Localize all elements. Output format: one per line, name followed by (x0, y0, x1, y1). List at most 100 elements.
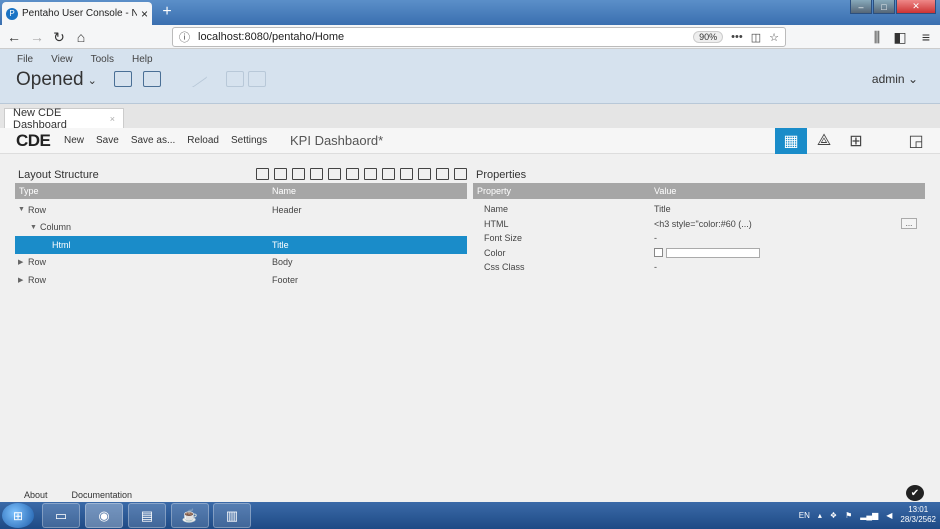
java-icon[interactable]: ☕ (171, 503, 209, 528)
tree-row[interactable]: Html Title (15, 236, 467, 254)
menu-file[interactable]: File (17, 54, 33, 65)
new-button[interactable]: New (64, 135, 84, 146)
new-file-icon[interactable] (143, 71, 161, 87)
edit-html-button[interactable]: ... (901, 218, 917, 230)
close-document-icon[interactable]: × (110, 114, 115, 124)
collapse-right-icon[interactable]: ▶ (18, 276, 28, 284)
property-row-color[interactable]: Color (473, 246, 925, 261)
check-logo-icon: ✔ (906, 485, 924, 501)
components-perspective-icon[interactable]: ⟁ (808, 128, 840, 154)
add-columns-icon[interactable] (310, 168, 323, 180)
property-label: Name (484, 204, 509, 215)
tree-row-name: Title (272, 239, 289, 250)
firefox-icon[interactable]: ◉ (85, 503, 123, 528)
property-row-html[interactable]: HTML <h3 style="color:#60 (...) ... (473, 217, 925, 232)
datasources-perspective-icon[interactable]: ⊞ (840, 128, 872, 154)
color-input[interactable] (666, 247, 760, 258)
network-icon[interactable]: ▂▄▆ (860, 511, 878, 520)
url-text[interactable]: localhost:8080/pentaho/Home (198, 31, 685, 43)
tree-row[interactable]: ▶ Row Footer (15, 271, 467, 289)
document-tab[interactable]: New CDE Dashboard × (4, 106, 124, 131)
add-html-icon[interactable] (418, 168, 431, 180)
add-space-icon[interactable] (328, 168, 341, 180)
flag-icon[interactable]: ⚑ (845, 511, 852, 520)
cde-menu: New Save Save as... Reload Settings (64, 135, 267, 146)
zoom-indicator[interactable]: 90% (693, 31, 724, 43)
tree-row[interactable]: ▶ Row Body (15, 254, 467, 272)
tree-row[interactable]: ▼ Row Header (15, 201, 467, 219)
library-icon[interactable]: ⫼ (868, 28, 886, 46)
menu-help[interactable]: Help (132, 54, 153, 65)
page-footer: About Documentation ✔ (0, 484, 940, 502)
collapse-right-icon[interactable]: ▶ (18, 258, 28, 266)
browser-tab[interactable]: P Pentaho User Console - New C × (2, 2, 152, 25)
property-value[interactable]: Title (654, 204, 925, 214)
property-row-font-size[interactable]: Font Size - (473, 231, 925, 246)
back-icon[interactable]: ← (5, 28, 23, 46)
perspective-selector[interactable]: Opened ⌄ (16, 69, 97, 91)
close-window-button[interactable]: ✕ (896, 0, 936, 14)
add-text-icon[interactable] (382, 168, 395, 180)
volume-icon[interactable]: ◀ (886, 511, 892, 520)
reload-icon[interactable]: ↻ (50, 28, 68, 46)
tree-row-type: Column (40, 222, 72, 233)
expand-down-icon[interactable]: ▼ (30, 224, 40, 231)
maximize-button[interactable]: □ (873, 0, 895, 14)
file-explorer-icon[interactable]: ▤ (128, 503, 166, 528)
color-checkbox[interactable] (654, 248, 663, 258)
preview-icon[interactable]: ◲ (900, 128, 932, 154)
cde-toolbar: CDE New Save Save as... Reload Settings … (0, 128, 940, 154)
clock[interactable]: 13:01 28/3/2562 (900, 505, 936, 525)
open-folder-icon[interactable] (114, 71, 132, 87)
dropbox-icon[interactable]: ❖ (830, 511, 837, 520)
tree-row[interactable]: ▼ Column (15, 219, 467, 237)
add-freeform-icon[interactable] (346, 168, 359, 180)
pocket-icon[interactable]: ◫ (751, 31, 761, 44)
app-window-icon[interactable]: ▥ (213, 503, 251, 528)
property-value[interactable]: - (654, 262, 925, 272)
computer-icon[interactable]: ▭ (42, 503, 80, 528)
property-value[interactable]: - (654, 233, 925, 243)
reload-button[interactable]: Reload (187, 135, 219, 146)
expand-down-icon[interactable]: ▼ (18, 206, 28, 213)
settings-button[interactable]: Settings (231, 135, 267, 146)
about-link[interactable]: About (24, 490, 48, 500)
document-tab-bar: New CDE Dashboard × (0, 104, 940, 131)
close-tab-icon[interactable]: × (141, 7, 148, 21)
new-tab-button[interactable]: + (158, 3, 176, 21)
sidebar-icon[interactable]: ◧ (891, 28, 909, 46)
site-info-icon[interactable]: ⓘ (179, 29, 190, 45)
add-column-icon[interactable] (364, 168, 377, 180)
page-actions-icon[interactable]: ••• (731, 31, 743, 43)
menu-tools[interactable]: Tools (91, 54, 114, 65)
add-resource-icon[interactable] (256, 168, 269, 180)
col-name: Name (272, 186, 297, 196)
user-menu[interactable]: admin ⌄ (872, 72, 918, 86)
home-icon[interactable]: ⌂ (72, 28, 90, 46)
address-bar[interactable]: ⓘ localhost:8080/pentaho/Home 90% ••• ◫ … (172, 27, 786, 47)
show-hidden-icons-icon[interactable]: ▴ (818, 511, 822, 520)
delete-icon[interactable] (454, 168, 467, 180)
save-as-button[interactable]: Save as... (131, 135, 175, 146)
save-button[interactable]: Save (96, 135, 119, 146)
property-row-css-class[interactable]: Css Class - (473, 260, 925, 275)
add-row-icon[interactable] (292, 168, 305, 180)
start-button[interactable]: ⊞ (2, 503, 34, 528)
menu-icon[interactable]: ≡ (917, 28, 935, 46)
duplicate-icon[interactable] (436, 168, 449, 180)
language-indicator[interactable]: EN (799, 511, 810, 520)
forward-icon[interactable]: → (28, 28, 46, 46)
property-value[interactable]: <h3 style="color:#60 (...) (654, 219, 752, 229)
add-image-icon[interactable] (400, 168, 413, 180)
layout-perspective-icon[interactable]: ▦ (775, 128, 807, 154)
document-tab-label: New CDE Dashboard (13, 106, 67, 131)
menu-view[interactable]: View (51, 54, 73, 65)
minimize-button[interactable]: – (850, 0, 872, 14)
browser-tab-title: Pentaho User Console - New C (22, 8, 137, 19)
documentation-link[interactable]: Documentation (72, 490, 133, 500)
add-template-icon[interactable] (274, 168, 287, 180)
property-row-name[interactable]: Name Title (473, 202, 925, 217)
chevron-down-icon: ⌄ (907, 72, 918, 86)
properties-table-header: Property Value (473, 183, 925, 199)
bookmark-star-icon[interactable]: ☆ (769, 31, 779, 44)
